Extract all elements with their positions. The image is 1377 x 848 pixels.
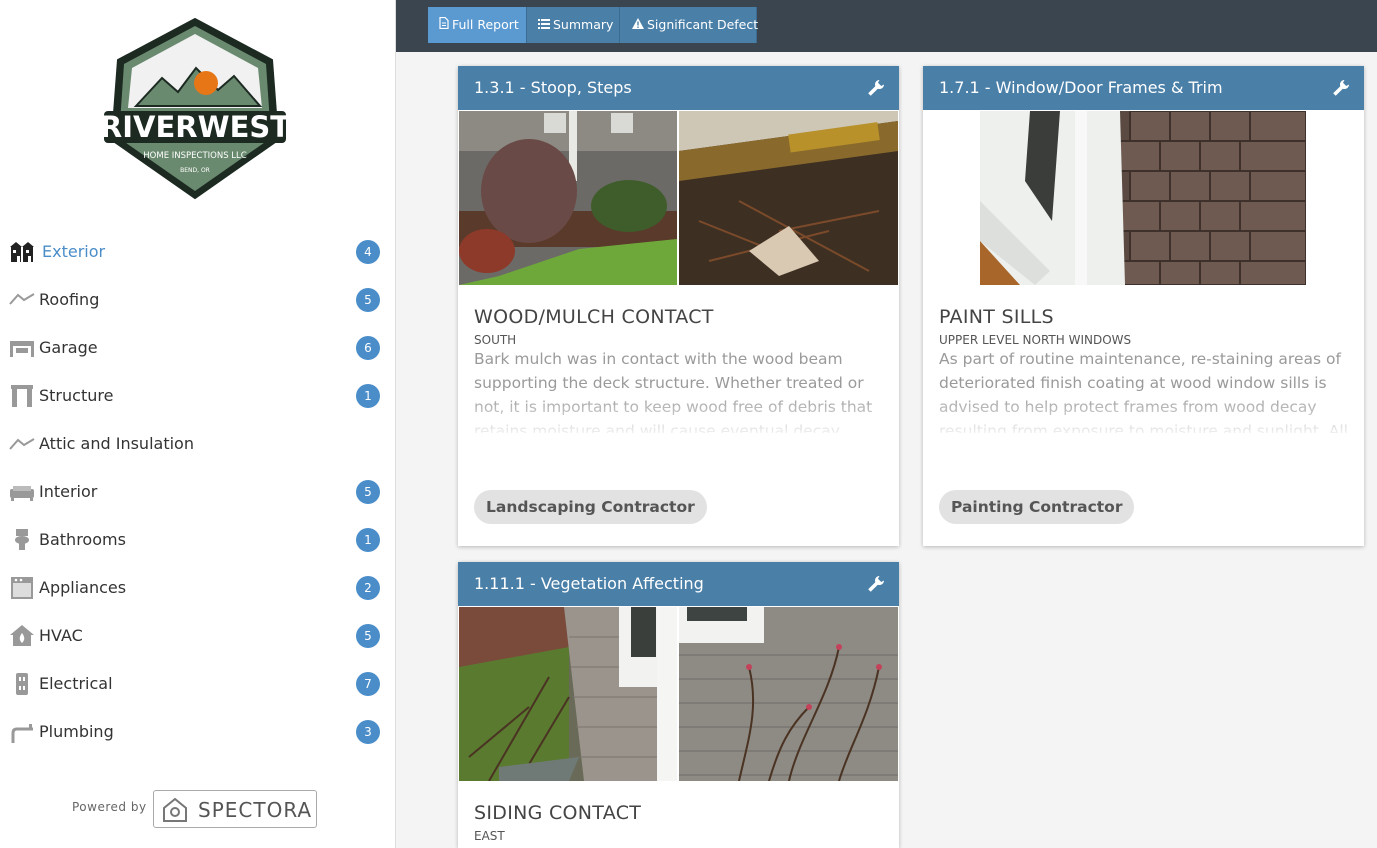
nav-item-roofing[interactable]: Roofing 5: [0, 276, 396, 324]
defect-photo[interactable]: [679, 607, 898, 781]
nav-item-hvac[interactable]: HVAC 5: [0, 612, 396, 660]
nav-label: Roofing: [39, 290, 100, 309]
nav-label: Structure: [39, 386, 114, 405]
contractor-tag[interactable]: Painting Contractor: [939, 490, 1135, 524]
tab-summary[interactable]: Summary: [527, 7, 620, 43]
roof-icon: [9, 293, 35, 305]
count-badge: 2: [356, 576, 380, 600]
nav-item-structure[interactable]: Structure 1: [0, 372, 396, 420]
defect-description: Bark mulch was in contact with the wood …: [474, 350, 873, 433]
card-header-title: 1.7.1 - Window/Door Frames & Trim: [939, 78, 1223, 97]
nav-label: Attic and Insulation: [39, 434, 194, 453]
wrench-icon[interactable]: [867, 79, 885, 97]
defect-title: WOOD/MULCH CONTACT: [474, 306, 714, 328]
warning-icon: [632, 18, 644, 29]
photo-stoop-shrubs: [459, 111, 677, 285]
powered-by: Powered by SPECTORA: [72, 790, 332, 828]
defect-card: 1.7.1 - Window/Door Frames & Trim PAINT …: [923, 66, 1364, 546]
defect-photo[interactable]: [679, 111, 898, 285]
nav-item-interior[interactable]: Interior 5: [0, 468, 396, 516]
tab-significant-defect[interactable]: Significant Defect: [620, 7, 759, 43]
svg-text:BEND, OR: BEND, OR: [180, 167, 210, 174]
tab-significant-defect-label: Significant Defect: [647, 17, 759, 32]
defect-photo[interactable]: [459, 111, 677, 285]
nav-item-plumbing[interactable]: Plumbing 3: [0, 708, 396, 756]
tab-summary-label: Summary: [553, 17, 614, 32]
defect-photo[interactable]: [980, 111, 1306, 285]
toilet-icon: [15, 529, 29, 550]
count-badge: 1: [356, 528, 380, 552]
nav-label: Garage: [39, 338, 98, 357]
count-badge: 5: [356, 624, 380, 648]
tab-full-report-label: Full Report: [452, 17, 519, 32]
count-badge: 5: [356, 480, 380, 504]
count-badge: 3: [356, 720, 380, 744]
svg-text:HOME INSPECTIONS LLC: HOME INSPECTIONS LLC: [143, 151, 246, 161]
logo-badge: RIVERWEST HOME INSPECTIONS LLC BEND, OR: [100, 17, 290, 200]
defect-card: 1.11.1 - Vegetation Affecting SIDING CON…: [458, 562, 899, 848]
sofa-icon: [10, 486, 34, 501]
outlet-icon: [16, 673, 28, 695]
nav-item-electrical[interactable]: Electrical 7: [0, 660, 396, 708]
photo-window-sill: [980, 111, 1306, 285]
pipe-icon: [11, 724, 33, 743]
photo-mulch-contact: [679, 111, 898, 285]
company-logo[interactable]: RIVERWEST HOME INSPECTIONS LLC BEND, OR: [100, 16, 290, 202]
count-badge: 6: [356, 336, 380, 360]
spectora-link[interactable]: SPECTORA: [153, 790, 317, 828]
card-header: 1.3.1 - Stoop, Steps: [458, 66, 899, 110]
tab-full-report[interactable]: Full Report: [428, 7, 527, 43]
flame-house-icon: [10, 625, 34, 646]
card-header: 1.11.1 - Vegetation Affecting: [458, 562, 899, 606]
defect-photo[interactable]: [459, 607, 677, 781]
wrench-icon[interactable]: [867, 575, 885, 593]
card-header-title: 1.3.1 - Stoop, Steps: [474, 78, 632, 97]
photo-siding-branches: [679, 607, 898, 781]
structure-icon: [11, 385, 33, 407]
nav-item-appliances[interactable]: Appliances 2: [0, 564, 396, 612]
defect-description: As part of routine maintenance, re-stain…: [939, 350, 1348, 433]
house-icon: [10, 242, 34, 262]
attic-icon: [9, 438, 35, 450]
defect-card: 1.3.1 - Stoop, Steps WOOD/MULCH CONTACT …: [458, 66, 899, 546]
count-badge: 5: [356, 288, 380, 312]
svg-text:RIVERWEST: RIVERWEST: [100, 110, 290, 144]
contractor-tag[interactable]: Landscaping Contractor: [474, 490, 707, 524]
document-icon: [439, 17, 449, 29]
nav-label: Electrical: [39, 674, 113, 693]
count-badge: 1: [356, 384, 380, 408]
defect-location: SOUTH: [474, 333, 517, 347]
spectora-brand: SPECTORA: [198, 798, 313, 822]
defect-title: PAINT SILLS: [939, 306, 1054, 328]
card-header: 1.7.1 - Window/Door Frames & Trim: [923, 66, 1364, 110]
nav-item-exterior[interactable]: Exterior 4: [0, 228, 396, 276]
defect-title: SIDING CONTACT: [474, 802, 642, 824]
defect-location: EAST: [474, 829, 505, 843]
powered-by-text: Powered by: [72, 800, 147, 814]
count-badge: 7: [356, 672, 380, 696]
defect-location: UPPER LEVEL NORTH WINDOWS: [939, 333, 1132, 347]
nav-item-bathrooms[interactable]: Bathrooms 1: [0, 516, 396, 564]
nav-item-attic[interactable]: Attic and Insulation: [0, 420, 396, 468]
oven-icon: [11, 577, 33, 599]
garage-icon: [10, 341, 34, 357]
spectora-logo-icon: [163, 797, 187, 822]
nav-label: Interior: [39, 482, 98, 501]
sidebar: RIVERWEST HOME INSPECTIONS LLC BEND, OR …: [0, 0, 396, 848]
nav-label: Appliances: [39, 578, 127, 597]
nav-label: Bathrooms: [39, 530, 126, 549]
nav-item-garage[interactable]: Garage 6: [0, 324, 396, 372]
report-toolbar: Full Report Summary Significant Defect: [396, 0, 1377, 52]
nav-label: HVAC: [39, 626, 83, 645]
wrench-icon[interactable]: [1332, 79, 1350, 97]
card-header-title: 1.11.1 - Vegetation Affecting: [474, 574, 704, 593]
count-badge: 4: [356, 240, 380, 264]
list-icon: [538, 19, 550, 29]
nav-label: Exterior: [42, 242, 106, 261]
nav-label: Plumbing: [39, 722, 114, 741]
photo-vegetation-side: [459, 607, 677, 781]
